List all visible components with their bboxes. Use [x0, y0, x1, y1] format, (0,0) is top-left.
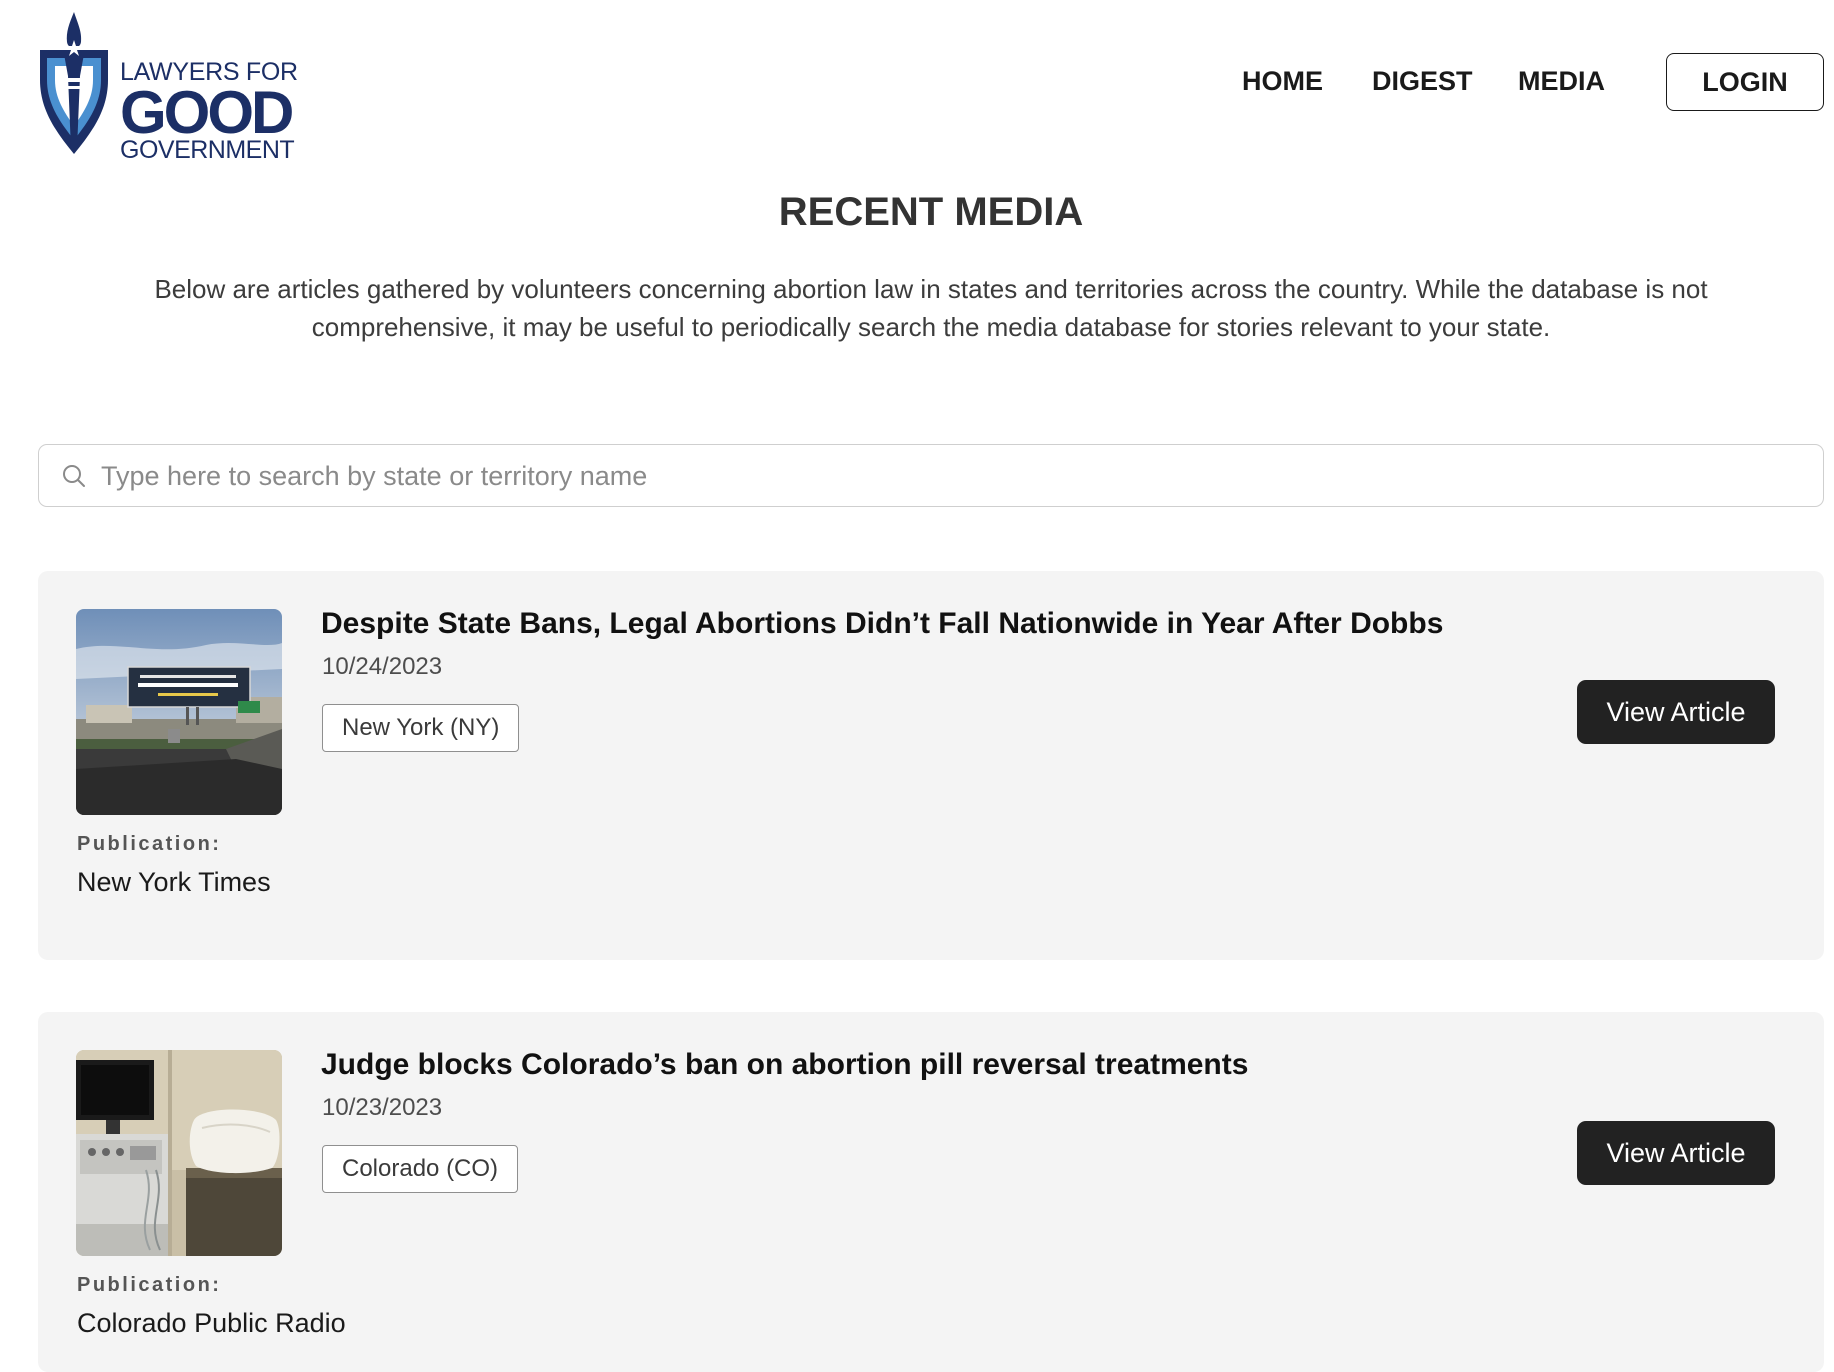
- logo-wordmark: LAWYERS FOR GOOD GOVERNMENT: [120, 60, 298, 163]
- torch-shield-icon: [40, 12, 108, 154]
- intro-line-1: Below are articles gathered by volunteer…: [154, 274, 1708, 304]
- publication-label: Publication:: [77, 1274, 222, 1296]
- state-tag[interactable]: Colorado (CO): [322, 1145, 519, 1193]
- article-thumbnail-clinic[interactable]: [76, 1050, 282, 1256]
- billboard-photo: [76, 609, 282, 815]
- article-thumbnail-billboard[interactable]: [76, 609, 282, 815]
- view-article-button[interactable]: View Article: [1577, 1121, 1775, 1185]
- intro-line-2: comprehensive, it may be useful to perio…: [311, 312, 1551, 342]
- search-input[interactable]: [99, 445, 1803, 507]
- search-bar[interactable]: [38, 444, 1824, 507]
- nav-digest-link[interactable]: DIGEST: [1372, 66, 1473, 97]
- article-date: 10/23/2023: [322, 1094, 443, 1121]
- logo-line-2: GOOD: [120, 79, 294, 146]
- site-logo[interactable]: LAWYERS FOR GOOD GOVERNMENT: [36, 10, 306, 163]
- page-intro: Below are articles gathered by volunteer…: [100, 270, 1762, 346]
- nav-home-link[interactable]: HOME: [1242, 66, 1323, 97]
- article-card: Publication: Colorado Public Radio Judge…: [38, 1012, 1824, 1372]
- search-icon: [63, 465, 85, 487]
- logo-line-3: GOVERNMENT: [120, 136, 295, 165]
- page-title: RECENT MEDIA: [778, 190, 1084, 234]
- article-card: Publication: New York Times Despite Stat…: [38, 571, 1824, 960]
- clinic-room-photo: [76, 1050, 282, 1256]
- article-title[interactable]: Judge blocks Colorado’s ban on abortion …: [321, 1048, 1248, 1082]
- article-date: 10/24/2023: [322, 653, 443, 680]
- article-title[interactable]: Despite State Bans, Legal Abortions Didn…: [321, 607, 1443, 641]
- nav-media-link[interactable]: MEDIA: [1518, 66, 1605, 97]
- site-header: LAWYERS FOR GOOD GOVERNMENT HOME DIGEST …: [0, 0, 1834, 175]
- view-article-button[interactable]: View Article: [1577, 680, 1775, 744]
- state-tag[interactable]: New York (NY): [322, 704, 520, 752]
- publication-name: Colorado Public Radio: [77, 1308, 346, 1338]
- login-button[interactable]: LOGIN: [1666, 53, 1824, 111]
- publication-label: Publication:: [77, 833, 222, 855]
- publication-name: New York Times: [77, 867, 271, 897]
